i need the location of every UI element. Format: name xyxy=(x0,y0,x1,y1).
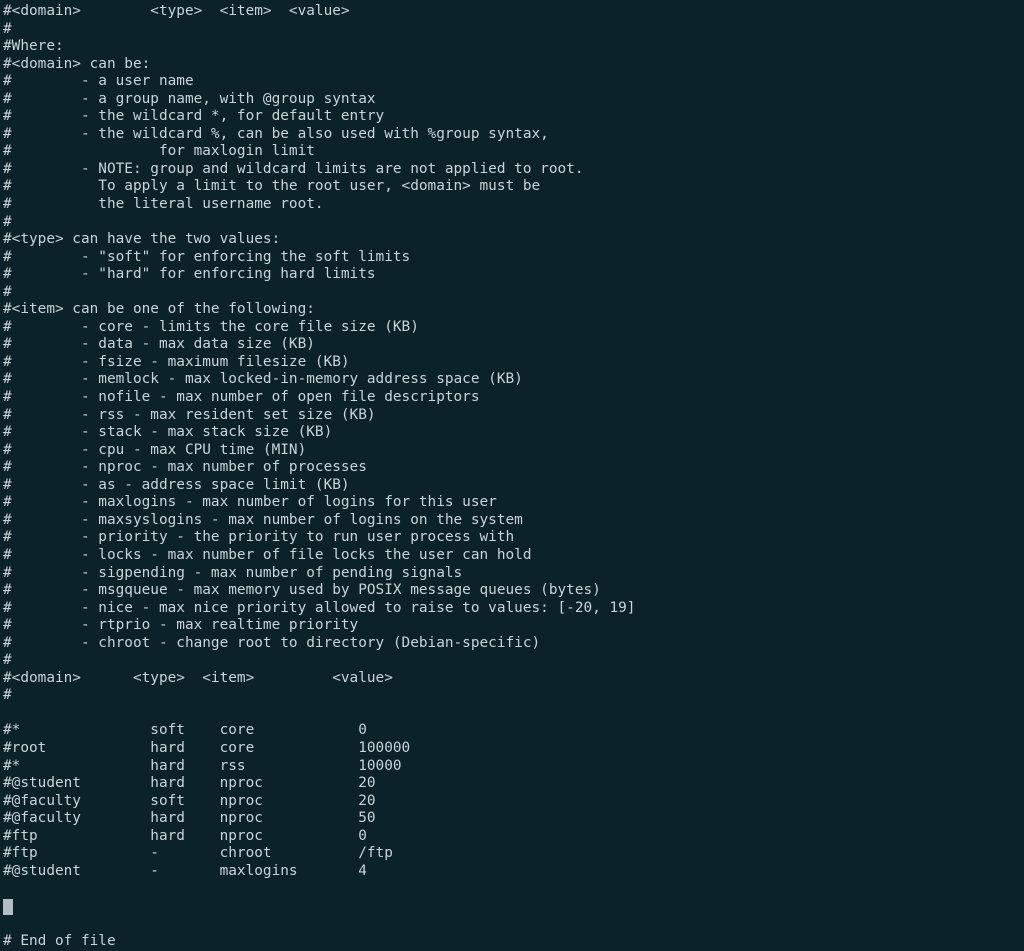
terminal-line: #<domain> <type> <item> <value> xyxy=(3,3,350,19)
terminal-line: # - the wildcard %, can be also used wit… xyxy=(3,125,549,142)
terminal-line xyxy=(3,898,1024,916)
terminal-line: # - nofile - max number of open file des… xyxy=(3,389,480,406)
terminal-line: # - rss - max resident set size (KB) xyxy=(3,406,376,423)
terminal-line: # - NOTE: group and wildcard limits are … xyxy=(3,160,584,177)
terminal-line: # - a user name xyxy=(3,73,194,90)
terminal-text-buffer[interactable]: #<domain> <type> <item> <value> # #Where: #… xyxy=(3,3,1024,951)
terminal-line: #* hard rss 10000 xyxy=(3,757,402,774)
terminal-line: # xyxy=(3,652,12,669)
terminal-line: # - the wildcard *, for default entry xyxy=(3,108,385,125)
terminal-line: # for maxlogin limit xyxy=(3,143,315,160)
terminal-line: # - chroot - change root to directory (D… xyxy=(3,634,541,651)
terminal-line: #@faculty hard nproc 50 xyxy=(3,810,376,827)
terminal-line: #ftp - chroot /ftp xyxy=(3,845,393,862)
terminal-line: # - cpu - max CPU time (MIN) xyxy=(3,441,307,458)
terminal-line: #<domain> can be: xyxy=(3,55,151,72)
terminal-line: # - priority - the priority to run user … xyxy=(3,529,515,546)
terminal-line: # - rtprio - max realtime priority xyxy=(3,617,359,634)
terminal-line: # - memlock - max locked-in-memory addre… xyxy=(3,371,523,388)
terminal-line: #ftp hard nproc 0 xyxy=(3,827,367,844)
terminal-line: #@student hard nproc 20 xyxy=(3,775,376,792)
terminal-line: # - a group name, with @group syntax xyxy=(3,90,376,107)
terminal-line: # - nice - max nice priority allowed to … xyxy=(3,599,636,616)
terminal-line: # - "soft" for enforcing the soft limits xyxy=(3,248,411,265)
terminal-line: # - fsize - maximum filesize (KB) xyxy=(3,353,350,370)
text-cursor xyxy=(3,898,13,915)
terminal-line: #root hard core 100000 xyxy=(3,739,411,756)
terminal-line: # To apply a limit to the root user, <do… xyxy=(3,178,541,195)
terminal-line: # xyxy=(3,213,12,230)
terminal-line: # - msgqueue - max memory used by POSIX … xyxy=(3,582,601,599)
terminal-line: #<type> can have the two values: xyxy=(3,231,281,248)
terminal-line: # End of file xyxy=(3,932,116,949)
terminal-line: # - maxsyslogins - max number of logins … xyxy=(3,511,523,528)
terminal-line: # - core - limits the core file size (KB… xyxy=(3,318,419,335)
terminal-line: # the literal username root. xyxy=(3,196,324,213)
terminal-line: #Where: xyxy=(3,38,64,55)
terminal-line: # - locks - max number of file locks the… xyxy=(3,546,532,563)
terminal-line: # - stack - max stack size (KB) xyxy=(3,424,333,441)
terminal-line: # - as - address space limit (KB) xyxy=(3,476,350,493)
terminal-screen[interactable]: #<domain> <type> <item> <value> # #Where: #… xyxy=(0,0,1024,949)
terminal-line: # - nproc - max number of processes xyxy=(3,459,367,476)
terminal-line: #@faculty soft nproc 20 xyxy=(3,792,376,809)
terminal-line: # xyxy=(3,687,12,704)
terminal-line: #<item> can be one of the following: xyxy=(3,301,315,318)
terminal-line: #@student - maxlogins 4 xyxy=(3,862,367,879)
terminal-line: # - maxlogins - max number of logins for… xyxy=(3,494,497,511)
terminal-line: # xyxy=(3,20,12,37)
terminal-line: # xyxy=(3,283,12,300)
terminal-line: #<domain> <type> <item> <value> xyxy=(3,669,393,686)
terminal-line: # - sigpending - max number of pending s… xyxy=(3,564,463,581)
terminal-line: #* soft core 0 xyxy=(3,722,367,739)
terminal-line: # - data - max data size (KB) xyxy=(3,336,315,353)
terminal-line: # - "hard" for enforcing hard limits xyxy=(3,266,376,283)
